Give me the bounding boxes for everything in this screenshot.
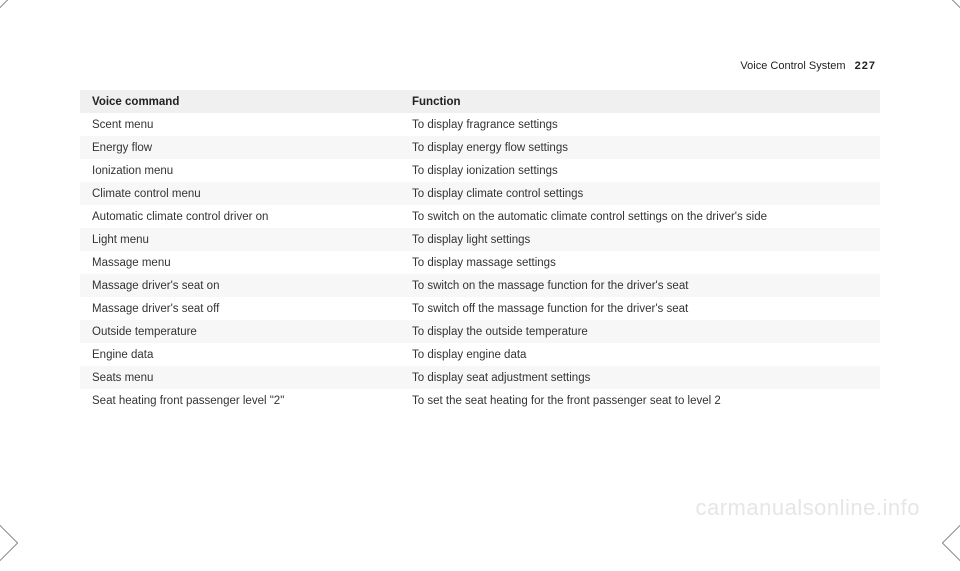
voice-command-table: Voice command Function Scent menu To dis… — [80, 90, 880, 412]
column-header-command: Voice command — [80, 90, 400, 113]
page-number: 227 — [855, 60, 876, 72]
crop-mark-bottom-right — [942, 515, 960, 571]
table-row: Massage driver's seat off To switch off … — [80, 297, 880, 320]
voice-command-cell: Light menu — [80, 228, 400, 251]
table-row: Seat heating front passenger level "2" T… — [80, 389, 880, 412]
table-row: Massage driver's seat on To switch on th… — [80, 274, 880, 297]
voice-command-cell: Seat heating front passenger level "2" — [80, 389, 400, 412]
voice-command-cell: Massage driver's seat off — [80, 297, 400, 320]
page-header: Voice Control System 227 — [80, 60, 880, 72]
voice-command-cell: Seats menu — [80, 366, 400, 389]
function-cell: To display seat adjustment settings — [400, 366, 880, 389]
table-row: Outside temperature To display the outsi… — [80, 320, 880, 343]
table-row: Engine data To display engine data — [80, 343, 880, 366]
voice-command-cell: Ionization menu — [80, 159, 400, 182]
voice-command-cell: Outside temperature — [80, 320, 400, 343]
table-row: Climate control menu To display climate … — [80, 182, 880, 205]
table-row: Light menu To display light settings — [80, 228, 880, 251]
watermark-text: carmanualsonline.info — [695, 495, 920, 521]
function-cell: To display climate control settings — [400, 182, 880, 205]
table-row: Seats menu To display seat adjustment se… — [80, 366, 880, 389]
voice-command-cell: Engine data — [80, 343, 400, 366]
function-cell: To display massage settings — [400, 251, 880, 274]
voice-command-cell: Scent menu — [80, 113, 400, 136]
voice-command-cell: Massage menu — [80, 251, 400, 274]
function-cell: To switch on the automatic climate contr… — [400, 205, 880, 228]
voice-command-cell: Energy flow — [80, 136, 400, 159]
voice-command-cell: Climate control menu — [80, 182, 400, 205]
function-cell: To display energy flow settings — [400, 136, 880, 159]
table-row: Automatic climate control driver on To s… — [80, 205, 880, 228]
function-cell: To display engine data — [400, 343, 880, 366]
table-row: Massage menu To display massage settings — [80, 251, 880, 274]
function-cell: To switch on the massage function for th… — [400, 274, 880, 297]
voice-command-cell: Automatic climate control driver on — [80, 205, 400, 228]
function-cell: To switch off the massage function for t… — [400, 297, 880, 320]
function-cell: To display light settings — [400, 228, 880, 251]
function-cell: To display the outside temperature — [400, 320, 880, 343]
function-cell: To display fragrance settings — [400, 113, 880, 136]
table-row: Energy flow To display energy flow setti… — [80, 136, 880, 159]
function-cell: To set the seat heating for the front pa… — [400, 389, 880, 412]
section-title: Voice Control System — [740, 60, 845, 72]
table-row: Ionization menu To display ionization se… — [80, 159, 880, 182]
column-header-function: Function — [400, 90, 880, 113]
page-content: Voice Control System 227 Voice command F… — [0, 0, 960, 452]
crop-mark-bottom-left — [0, 515, 18, 571]
table-header-row: Voice command Function — [80, 90, 880, 113]
table-row: Scent menu To display fragrance settings — [80, 113, 880, 136]
function-cell: To display ionization settings — [400, 159, 880, 182]
voice-command-cell: Massage driver's seat on — [80, 274, 400, 297]
